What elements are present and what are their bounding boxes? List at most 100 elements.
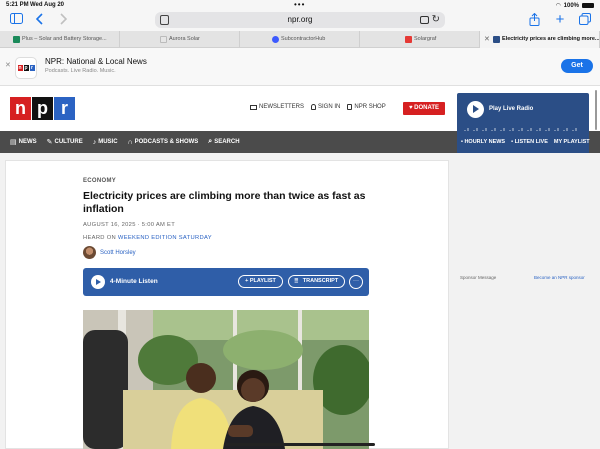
nav-news-label: NEWS	[18, 139, 37, 145]
hourly-news-link[interactable]: • HOURLY NEWS	[461, 139, 505, 145]
reload-icon[interactable]: ↻	[432, 12, 440, 28]
play-live-icon[interactable]	[467, 101, 484, 118]
nav-podcasts-label: PODCASTS & SHOWS	[134, 139, 199, 145]
tab-plus-solar[interactable]: Plus – Solar and Battery Storage...	[0, 31, 120, 48]
news-icon: ▤	[10, 139, 17, 146]
photo-illustration	[83, 310, 369, 449]
get-app-button[interactable]: Get	[561, 59, 593, 73]
page-scrollbar[interactable]	[595, 90, 597, 130]
npr-favicon-icon	[493, 36, 500, 43]
npr-logo[interactable]: n p r	[10, 97, 75, 120]
author-name[interactable]: Scott Horsley	[100, 250, 136, 256]
logo-letter-p: p	[32, 97, 53, 120]
become-sponsor-link[interactable]: Become an NPR sponsor	[534, 275, 585, 280]
nav-news[interactable]: ▤ NEWS	[10, 138, 37, 146]
nav-music-label: MUSIC	[98, 139, 118, 145]
tab-label: Electricity prices are climbing more...	[502, 36, 600, 42]
transcript-icon: ≣	[294, 278, 299, 284]
battery-percent: 100%	[563, 2, 579, 9]
audio-player: 4-Minute Listen + PLAYLIST ≣ TRANSCRIPT …	[83, 268, 369, 296]
home-indicator[interactable]	[225, 443, 375, 446]
header-links: NEWSLETTERS SIGN IN NPR SHOP	[250, 104, 386, 110]
newsletters-link[interactable]: NEWSLETTERS	[250, 104, 304, 110]
extension-icon[interactable]	[420, 16, 429, 24]
sign-in-link[interactable]: SIGN IN	[311, 104, 340, 110]
logo-letter-n: n	[10, 97, 31, 120]
browser-toolbar: npr.org ↻ +	[0, 10, 600, 31]
heard-on-line: HEARD ON WEEKEND EDITION SATURDAY	[83, 235, 212, 241]
app-name: NPR: National & Local News	[45, 57, 147, 66]
main-nav: ▤ NEWS ✎ CULTURE ♪ MUSIC ∩ PODCASTS & SHOWS …	[0, 131, 600, 153]
subcontractorhub-favicon-icon	[272, 36, 279, 43]
tab-solargraf[interactable]: Solargraf	[360, 31, 480, 48]
sidebar-icon[interactable]	[9, 13, 23, 27]
url-text: npr.org	[287, 15, 313, 24]
play-audio-button[interactable]	[91, 275, 105, 289]
nav-culture-label: CULTURE	[54, 139, 83, 145]
sponsor-message-label: Sponsor Message	[460, 275, 497, 280]
listen-duration-label: 4-Minute Listen	[110, 278, 158, 285]
status-right: ◠ 100%	[556, 2, 594, 9]
donate-button[interactable]: ♥ DONATE	[403, 102, 445, 115]
page-menu-icon[interactable]	[160, 15, 169, 25]
nav-music[interactable]: ♪ MUSIC	[93, 139, 118, 146]
tab-aurora-solar[interactable]: Aurora Solar	[120, 31, 240, 48]
nav-search[interactable]: ⌕ SEARCH	[208, 138, 239, 146]
status-bar: 5:21 PM Wed Aug 20 ••• ◠ 100%	[0, 0, 600, 10]
article-photo	[83, 310, 369, 449]
tab-label: Plus – Solar and Battery Storage...	[22, 36, 107, 42]
close-banner-icon[interactable]: ✕	[5, 61, 11, 69]
tab-subcontractorhub[interactable]: SubcontractorHub	[240, 31, 360, 48]
program-link[interactable]: WEEKEND EDITION SATURDAY	[118, 235, 212, 241]
close-tab-icon[interactable]: ✕	[484, 31, 490, 48]
aurora-favicon-icon	[160, 36, 167, 43]
music-icon: ♪	[92, 138, 97, 146]
author-avatar	[83, 246, 96, 259]
tab-strip: Plus – Solar and Battery Storage... Auro…	[0, 31, 600, 48]
article-date: AUGUST 16, 2025 · 5:00 AM ET	[83, 222, 176, 228]
address-bar[interactable]: npr.org ↻	[155, 12, 445, 28]
wifi-icon: ◠	[556, 3, 561, 9]
solargraf-favicon-icon	[405, 36, 412, 43]
user-icon	[311, 104, 317, 110]
app-subtitle: Podcasts. Live Radio. Music.	[45, 68, 116, 74]
plus-favicon-icon	[13, 36, 20, 43]
listen-live-link[interactable]: • LISTEN LIVE	[511, 139, 548, 145]
add-playlist-button[interactable]: + PLAYLIST	[238, 275, 283, 288]
npr-shop-link[interactable]: NPR SHOP	[347, 104, 386, 110]
back-icon[interactable]	[33, 13, 47, 27]
app-banner: ✕ npr NPR: National & Local News Podcast…	[0, 48, 600, 86]
npr-app-icon: npr	[15, 57, 37, 79]
culture-icon: ✎	[46, 139, 53, 146]
live-radio-label: Play Live Radio	[489, 106, 534, 112]
nav-podcasts[interactable]: ∩ PODCASTS & SHOWS	[128, 139, 199, 146]
forward-icon[interactable]	[56, 13, 70, 27]
donate-label: DONATE	[414, 105, 440, 111]
nav-search-label: SEARCH	[214, 139, 240, 145]
transcript-button[interactable]: ≣ TRANSCRIPT	[288, 275, 345, 288]
new-tab-icon[interactable]: +	[553, 12, 567, 27]
status-date: Wed Aug 20	[30, 2, 65, 8]
byline[interactable]: Scott Horsley	[83, 246, 136, 259]
envelope-icon	[250, 104, 257, 110]
transcript-label: TRANSCRIPT	[302, 278, 339, 284]
sign-in-label: SIGN IN	[318, 104, 341, 110]
nav-items: ▤ NEWS ✎ CULTURE ♪ MUSIC ∩ PODCASTS & SHOWS …	[10, 131, 240, 153]
headphones-icon: ∩	[127, 138, 133, 146]
status-time: 5:21 PM	[6, 2, 29, 8]
article-headline: Electricity prices are climbing more tha…	[83, 190, 366, 215]
tabs-overview-icon[interactable]	[578, 13, 592, 27]
live-sub-nav: • HOURLY NEWS • LISTEN LIVE MY PLAYLIST	[457, 131, 590, 153]
article-section[interactable]: ECONOMY	[83, 178, 116, 184]
tab-label: Aurora Solar	[169, 36, 200, 42]
heard-on-prefix: HEARD ON	[83, 235, 118, 241]
share-icon[interactable]	[527, 12, 541, 27]
nav-culture[interactable]: ✎ CULTURE	[47, 138, 83, 146]
tab-npr-article[interactable]: ✕ Electricity prices are climbing more..…	[480, 31, 600, 48]
logo-letter-r: r	[54, 97, 75, 120]
search-icon: ⌕	[208, 138, 213, 145]
more-options-button[interactable]: ···	[349, 275, 363, 289]
shopping-bag-icon	[347, 104, 353, 110]
my-playlist-link[interactable]: MY PLAYLIST	[554, 139, 590, 145]
multitasking-dots[interactable]: •••	[294, 0, 305, 9]
